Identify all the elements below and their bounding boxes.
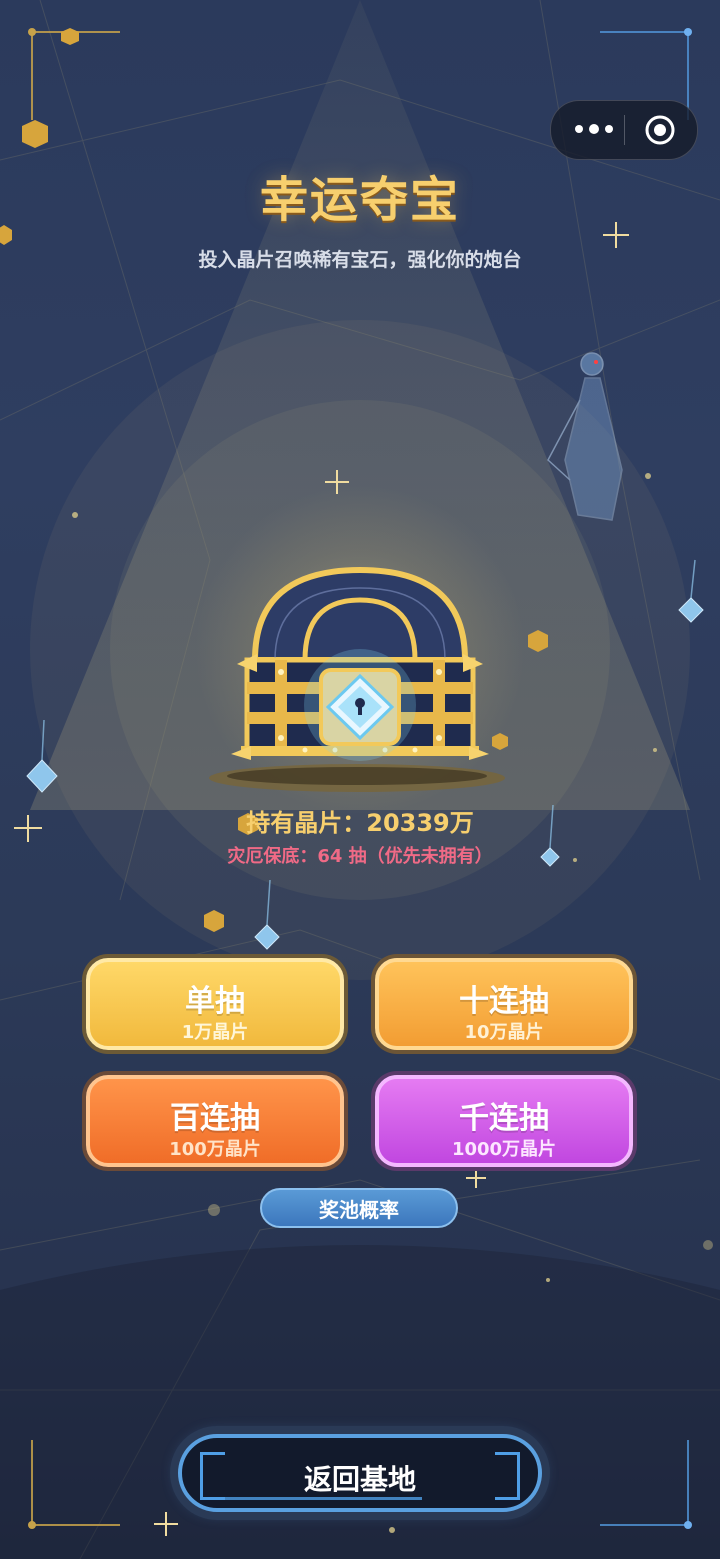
- treasure-chest-icon: [209, 566, 505, 792]
- more-dots-icon[interactable]: [569, 114, 619, 144]
- hundred-draw-label: 百连抽: [170, 1101, 260, 1136]
- miniprogram-capsule: [550, 100, 698, 160]
- pool-odds-button[interactable]: 奖池概率: [260, 1188, 458, 1228]
- page-title: 幸运夺宝: [259, 172, 460, 228]
- ten-draw-button[interactable]: 十连抽 10万晶片: [375, 958, 633, 1050]
- back-to-base-label: 返回基地: [303, 1463, 416, 1496]
- pity-counter-text: 灾厄保底：64 抽（优先未拥有）: [227, 846, 493, 867]
- single-draw-button[interactable]: 单抽 1万晶片: [86, 958, 344, 1050]
- ten-draw-cost: 10万晶片: [464, 1022, 544, 1043]
- thousand-draw-label: 千连抽: [459, 1101, 549, 1136]
- thousand-draw-button[interactable]: 千连抽 1000万晶片: [375, 1075, 633, 1167]
- thousand-draw-cost: 1000万晶片: [451, 1139, 557, 1160]
- capsule-divider: [624, 115, 625, 145]
- single-draw-cost: 1万晶片: [181, 1022, 249, 1043]
- held-chips-text: 持有晶片：20339万: [246, 809, 474, 837]
- target-close-icon[interactable]: [643, 113, 677, 147]
- page-subtitle: 投入晶片召唤稀有宝石，强化你的炮台: [198, 249, 522, 271]
- ten-draw-label: 十连抽: [459, 984, 549, 1019]
- back-to-base-button[interactable]: 返回基地: [178, 1434, 542, 1512]
- hundred-draw-cost: 100万晶片: [169, 1139, 261, 1160]
- hundred-draw-button[interactable]: 百连抽 100万晶片: [86, 1075, 344, 1167]
- single-draw-label: 单抽: [185, 984, 245, 1019]
